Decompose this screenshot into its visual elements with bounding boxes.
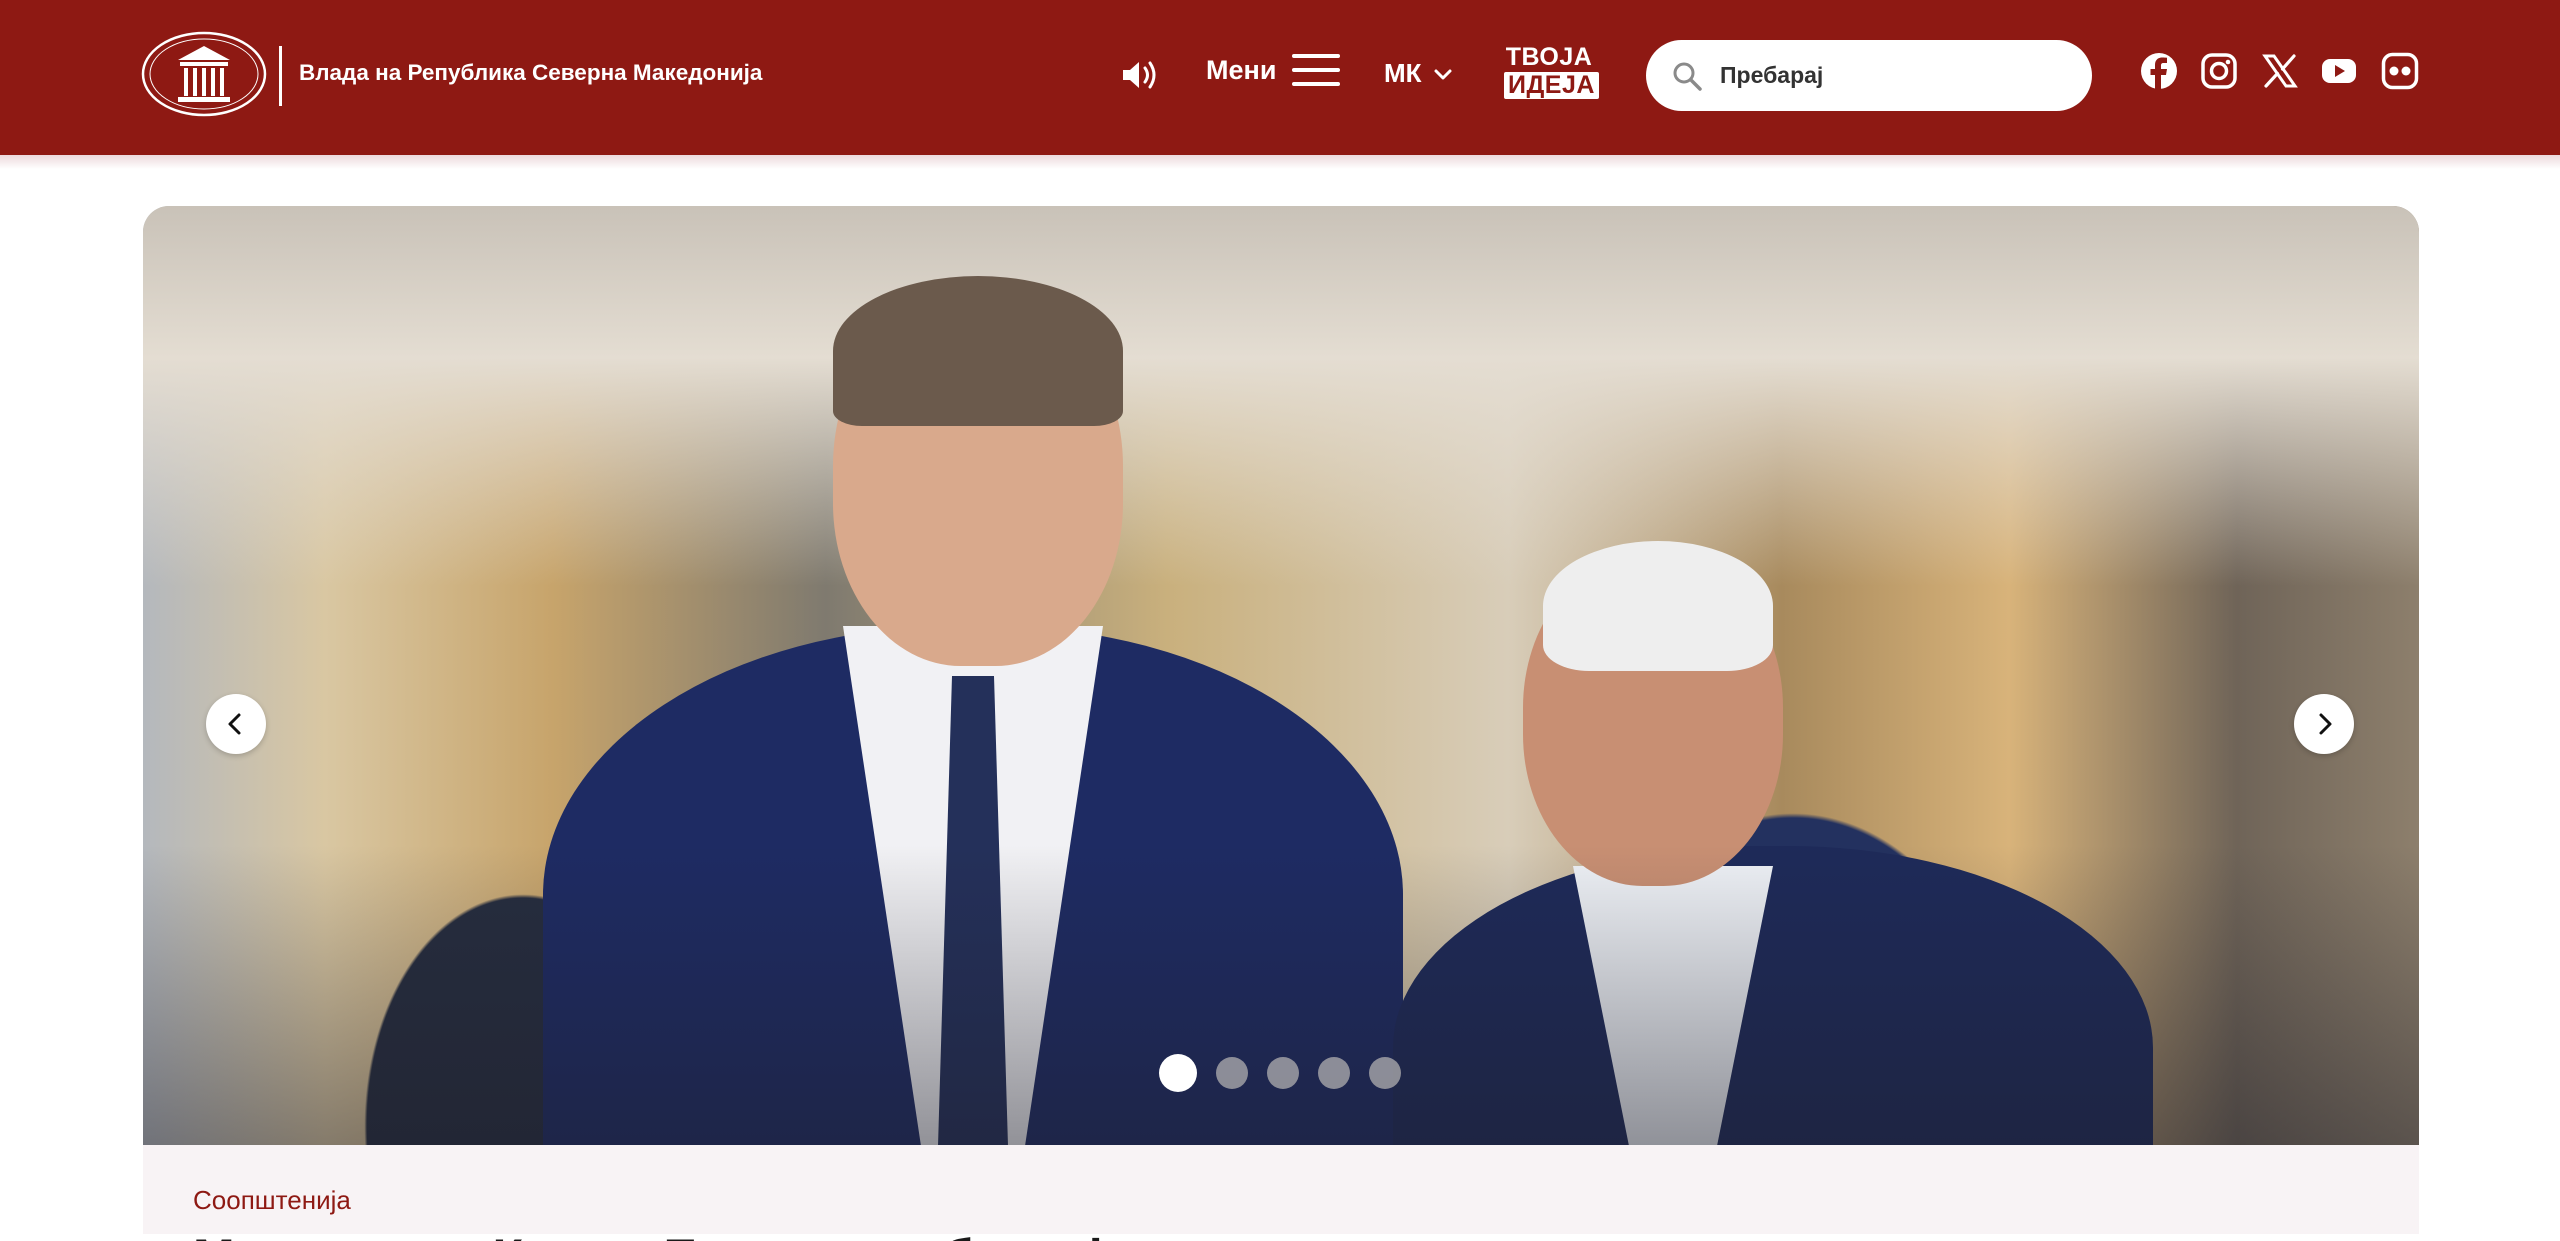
- search-box[interactable]: [1646, 40, 2092, 111]
- facebook-icon[interactable]: [2140, 52, 2178, 90]
- slider-dot[interactable]: [1159, 1054, 1197, 1092]
- news-category[interactable]: Соопштенија: [193, 1185, 351, 1216]
- speaker-icon[interactable]: [1120, 58, 1160, 92]
- youtube-icon[interactable]: [2320, 52, 2358, 90]
- logo-divider: [279, 46, 282, 106]
- idea-top-text: ТВОЈА: [1505, 43, 1593, 71]
- hero-photo-shade: [143, 845, 2419, 1145]
- news-title[interactable]: Мицкоски и Коста: Европа треба да ја исп…: [193, 1227, 1593, 1241]
- chevron-down-icon: [1434, 69, 1452, 79]
- search-input[interactable]: [1720, 62, 2040, 89]
- hero-photo-figure: [1543, 541, 1773, 671]
- menu-label: Мени: [1206, 54, 1277, 85]
- x-icon[interactable]: [2261, 52, 2299, 90]
- flickr-icon[interactable]: [2381, 52, 2419, 90]
- slider-pagination: [1159, 1054, 1420, 1092]
- news-panel: Соопштенија Мицкоски и Коста: Европа тре…: [143, 1145, 2419, 1241]
- your-idea-link[interactable]: ТВОЈА ИДЕЈА: [1504, 43, 1599, 99]
- site-header: Влада на Република Северна Македонија Ме…: [0, 0, 2560, 155]
- slider-dot[interactable]: [1369, 1057, 1401, 1089]
- slider-dot[interactable]: [1318, 1057, 1350, 1089]
- menu-button[interactable]: Мени: [1206, 54, 1341, 86]
- language-label: МК: [1384, 58, 1422, 88]
- news-title-clip: Мицкоски и Коста: Европа треба да ја исп…: [193, 1227, 1593, 1241]
- slider-dot[interactable]: [1216, 1057, 1248, 1089]
- site-title[interactable]: Влада на Република Северна Македонија: [299, 60, 762, 86]
- chevron-left-icon: [228, 713, 241, 735]
- slider-next-button[interactable]: [2294, 694, 2354, 754]
- search-icon[interactable]: [1670, 59, 1704, 93]
- hero-photo-background: [143, 206, 2419, 586]
- hero-photo-figure: [833, 276, 1123, 426]
- language-selector[interactable]: МК: [1384, 58, 1454, 89]
- hero-slider[interactable]: [143, 206, 2419, 1145]
- slider-prev-button[interactable]: [206, 694, 266, 754]
- slider-dot[interactable]: [1267, 1057, 1299, 1089]
- hamburger-icon: [1292, 54, 1341, 86]
- idea-bottom-text: ИДЕЈА: [1504, 72, 1599, 99]
- chevron-right-icon: [2319, 713, 2332, 735]
- header-shadow: [0, 155, 2560, 169]
- instagram-icon[interactable]: [2200, 52, 2238, 90]
- government-emblem-icon[interactable]: [140, 30, 268, 118]
